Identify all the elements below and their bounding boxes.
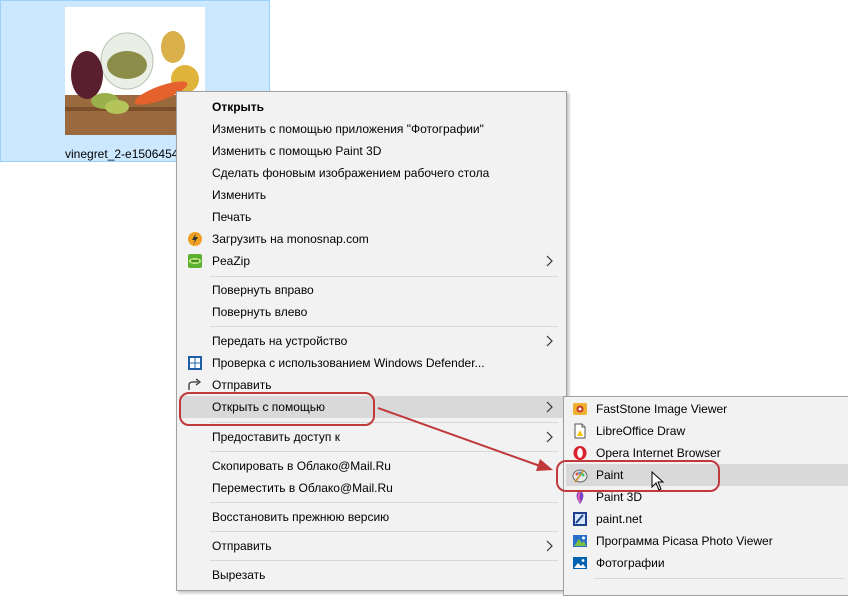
annotation-arrow: [377, 407, 553, 471]
mouse-cursor-icon: [651, 471, 665, 491]
